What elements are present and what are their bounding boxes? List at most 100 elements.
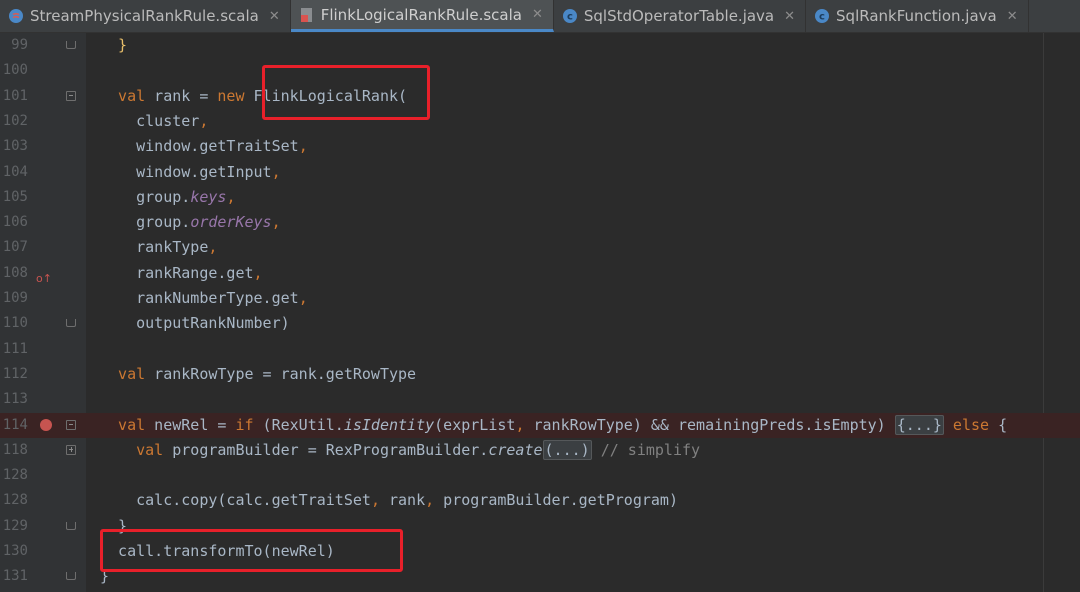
- code-line[interactable]: 102 cluster,: [0, 109, 1080, 134]
- line-number: 114: [2, 416, 28, 433]
- code-line[interactable]: 105 group.keys,: [0, 185, 1080, 210]
- code-editor[interactable]: 99 } 100 101 val rank = new FlinkLogicalRa…: [0, 33, 1080, 592]
- code-line[interactable]: 101 val rank = new FlinkLogicalRank(: [0, 84, 1080, 109]
- folded-region[interactable]: {...}: [894, 414, 944, 435]
- code-line[interactable]: 113: [0, 387, 1080, 412]
- code-line[interactable]: 128: [0, 463, 1080, 488]
- code-line[interactable]: 104 window.getInput,: [0, 160, 1080, 185]
- code-text[interactable]: group.keys,: [100, 185, 235, 210]
- code-token: rank =: [145, 86, 218, 105]
- code-text[interactable]: }: [100, 33, 127, 58]
- fold-toggle-icon[interactable]: [66, 41, 76, 49]
- code-token: if: [235, 415, 254, 434]
- code-text[interactable]: rankRange.get,: [100, 261, 263, 286]
- line-number: 102: [2, 112, 28, 129]
- code-token: ,: [226, 187, 236, 206]
- code-text[interactable]: cluster,: [100, 109, 208, 134]
- code-text[interactable]: val newRel = if (RexUtil.isIdentity(expr…: [100, 413, 1007, 438]
- code-line[interactable]: 128 calc.copy(calc.getTraitSet, rank, pr…: [0, 488, 1080, 513]
- code-token: new: [217, 86, 245, 105]
- code-text[interactable]: outputRankNumber): [100, 311, 290, 336]
- fold-toggle-icon[interactable]: [66, 521, 76, 530]
- code-line[interactable]: 114 val newRel = if (RexUtil.isIdentity(…: [0, 412, 1080, 438]
- code-line[interactable]: 111: [0, 337, 1080, 362]
- fold-toggle-icon[interactable]: [66, 444, 76, 455]
- code-token: window.getInput: [100, 162, 272, 181]
- code-token: ,: [199, 111, 209, 130]
- line-number: 104: [2, 163, 28, 180]
- code-token: ,: [298, 289, 308, 307]
- tab-streamphysicalrankrule-scala[interactable]: StreamPhysicalRankRule.scala ✕: [0, 0, 291, 32]
- line-number: 101: [2, 87, 28, 104]
- fold-toggle-icon[interactable]: [66, 572, 76, 581]
- line-number: 129: [2, 517, 28, 534]
- code-token: // simplify: [600, 440, 701, 459]
- code-text[interactable]: window.getTraitSet,: [100, 134, 308, 159]
- code-line[interactable]: 99 }: [0, 33, 1080, 58]
- code-text[interactable]: val programBuilder = RexProgramBuilder.c…: [100, 438, 700, 463]
- code-token: val: [100, 440, 164, 459]
- code-text[interactable]: window.getInput,: [100, 160, 281, 185]
- line-number: 103: [2, 138, 28, 155]
- line-number: 100: [2, 62, 28, 79]
- line-number: 106: [2, 214, 28, 231]
- code-token: rank: [379, 491, 426, 510]
- code-token: programBuilder = RexProgramBuilder.: [163, 440, 489, 459]
- code-line[interactable]: 112 val rankRowType = rank.getRowType: [0, 362, 1080, 387]
- code-text[interactable]: group.orderKeys,: [100, 210, 281, 235]
- code-token: orderKeys: [190, 213, 272, 232]
- scala-object-icon: [8, 8, 24, 24]
- svg-text:c: c: [567, 12, 573, 23]
- code-token: rankRowType = rank.getRowType: [145, 364, 417, 383]
- close-icon[interactable]: ✕: [269, 9, 280, 24]
- code-line[interactable]: 108 o↑ rankRange.get,: [0, 261, 1080, 286]
- line-number: 99: [11, 37, 28, 53]
- breakpoint-icon[interactable]: [40, 418, 52, 431]
- code-token: rankType: [100, 238, 209, 257]
- close-icon[interactable]: ✕: [532, 7, 543, 22]
- code-text[interactable]: val rankRowType = rank.getRowType: [100, 362, 416, 387]
- tab-label: SqlRankFunction.java: [836, 7, 997, 25]
- line-number: 110: [2, 315, 28, 332]
- tab-sqlstdoperatortable-java[interactable]: c SqlStdOperatorTable.java ✕: [554, 0, 807, 32]
- code-line[interactable]: 118 val programBuilder = RexProgramBuild…: [0, 438, 1080, 463]
- svg-text:c: c: [819, 12, 825, 23]
- code-line[interactable]: 103 window.getTraitSet,: [0, 134, 1080, 159]
- code-line[interactable]: 109 rankNumberType.get,: [0, 286, 1080, 311]
- code-token: ,: [425, 491, 435, 510]
- code-line[interactable]: 107 rankType,: [0, 235, 1080, 260]
- tab-sqlrankfunction-java[interactable]: c SqlRankFunction.java ✕: [806, 0, 1029, 32]
- line-number: 112: [2, 365, 28, 382]
- line-number: 128: [2, 467, 28, 484]
- folded-region[interactable]: (...): [542, 439, 592, 460]
- code-token: val: [100, 415, 146, 434]
- highlight-box-flinklogicalrank: [262, 65, 430, 120]
- close-icon[interactable]: ✕: [1007, 9, 1018, 24]
- line-number: 108: [2, 264, 28, 281]
- code-token: val: [100, 86, 146, 105]
- code-token: ,: [253, 263, 263, 282]
- code-line[interactable]: 110 outputRankNumber): [0, 311, 1080, 336]
- fold-toggle-icon[interactable]: [66, 419, 76, 430]
- fold-toggle-icon[interactable]: [66, 90, 76, 101]
- code-token: {: [989, 415, 1008, 434]
- fold-toggle-icon[interactable]: [66, 319, 76, 328]
- code-token: create: [488, 440, 543, 459]
- code-token: rankRowType) && remainingPreds.isEmpty): [524, 415, 895, 434]
- code-token: rankNumberType.get: [100, 289, 299, 307]
- code-token: ,: [271, 213, 281, 232]
- code-line[interactable]: 100: [0, 58, 1080, 83]
- code-token: window.getTraitSet: [100, 137, 299, 156]
- code-token: group.: [100, 187, 191, 206]
- code-line[interactable]: 106 group.orderKeys,: [0, 210, 1080, 235]
- code-text[interactable]: calc.copy(calc.getTraitSet, rank, progra…: [100, 488, 678, 513]
- line-number: 107: [2, 239, 28, 256]
- close-icon[interactable]: ✕: [784, 9, 795, 24]
- code-token: ,: [208, 238, 218, 257]
- tab-flinklogicalrankrule-scala[interactable]: FlinkLogicalRankRule.scala ✕: [290, 0, 554, 32]
- code-text[interactable]: rankType,: [100, 235, 217, 260]
- code-text[interactable]: rankNumberType.get,: [100, 286, 308, 311]
- scala-file-icon: [299, 7, 315, 23]
- highlight-box-transformto: [100, 529, 403, 572]
